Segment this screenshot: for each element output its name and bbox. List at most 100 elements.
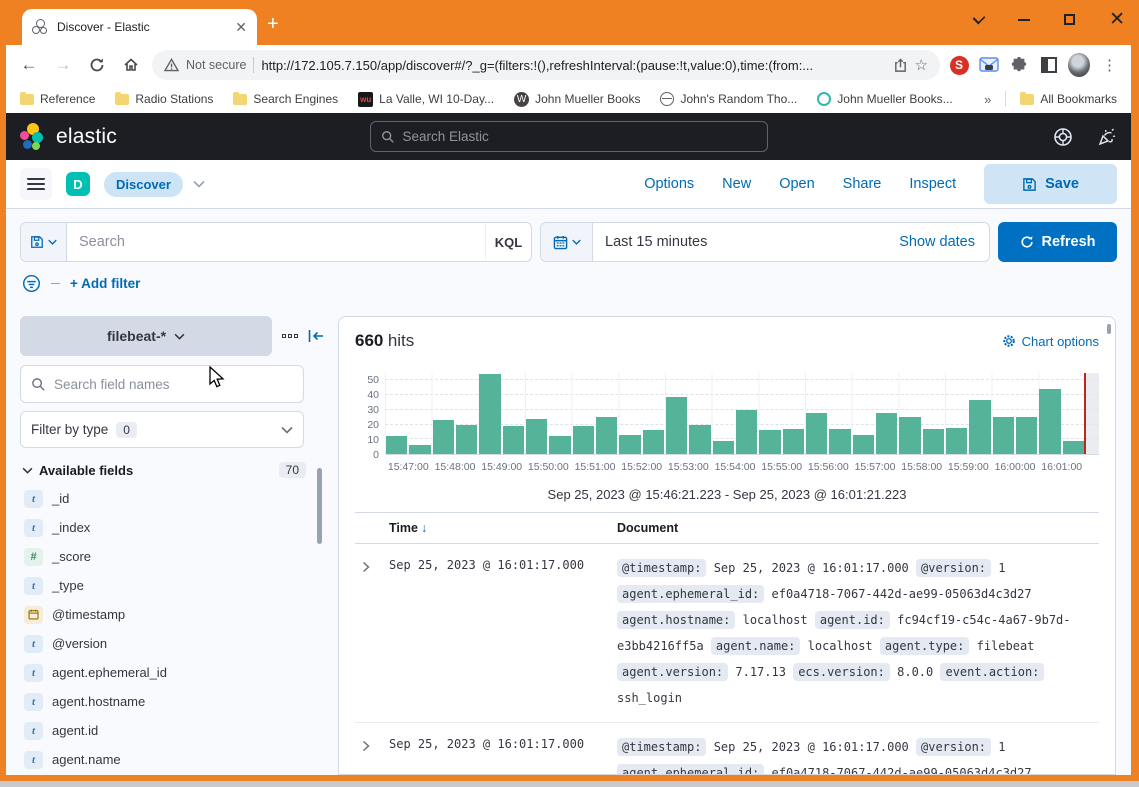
- mail-extension-icon[interactable]: [978, 54, 1000, 76]
- window-maximize-button[interactable]: [1064, 14, 1075, 25]
- histogram-bar[interactable]: [783, 429, 804, 454]
- bookmark-item[interactable]: Search Engines: [233, 92, 338, 107]
- histogram-bar[interactable]: [969, 400, 990, 454]
- query-search-input[interactable]: Search: [67, 223, 485, 261]
- field-search-input[interactable]: Search field names: [20, 365, 304, 403]
- bookmark-item[interactable]: Reference: [20, 92, 95, 107]
- back-button[interactable]: ←: [16, 55, 42, 75]
- field-list-item[interactable]: tagent.ephemeral_id: [20, 658, 328, 687]
- histogram-bar[interactable]: [946, 428, 967, 455]
- field-settings-icon[interactable]: [280, 330, 300, 342]
- field-list-item[interactable]: #_score: [20, 542, 328, 571]
- browser-tab[interactable]: Discover - Elastic ✕: [22, 9, 257, 45]
- tab-close-icon[interactable]: ✕: [235, 20, 247, 34]
- space-badge[interactable]: D: [66, 172, 90, 196]
- histogram-bar[interactable]: [666, 397, 687, 454]
- chart-plot-area[interactable]: [385, 373, 1099, 455]
- all-bookmarks-button[interactable]: All Bookmarks: [1020, 92, 1117, 106]
- red-s-extension-icon[interactable]: S: [948, 54, 970, 76]
- histogram-bar[interactable]: [596, 417, 617, 454]
- field-list-item[interactable]: t_index: [20, 513, 328, 542]
- breadcrumb[interactable]: Discover: [104, 172, 183, 197]
- histogram-bar[interactable]: [993, 417, 1014, 454]
- save-button[interactable]: Save: [984, 164, 1117, 204]
- field-list-item[interactable]: t@version: [20, 629, 328, 658]
- elastic-logo-icon[interactable]: [20, 123, 47, 150]
- window-minimize-button[interactable]: [1018, 19, 1030, 21]
- expand-row-button[interactable]: [355, 734, 389, 775]
- document-column-header[interactable]: Document: [617, 521, 1099, 535]
- bookmarks-overflow-icon[interactable]: »: [984, 92, 991, 107]
- bookmark-item[interactable]: John's Random Tho...: [660, 92, 797, 107]
- filter-icon[interactable]: [22, 274, 41, 293]
- histogram-bar[interactable]: [433, 420, 454, 454]
- histogram-bar[interactable]: [643, 430, 664, 454]
- inspect-button[interactable]: Inspect: [909, 176, 956, 192]
- time-column-header[interactable]: Time↓: [389, 521, 617, 535]
- security-label[interactable]: Not secure: [186, 58, 246, 72]
- histogram-bar[interactable]: [1016, 417, 1037, 454]
- field-list-item[interactable]: tagent.name: [20, 745, 328, 774]
- reload-button[interactable]: [84, 55, 110, 75]
- histogram-bar[interactable]: [806, 413, 827, 454]
- window-close-button[interactable]: ✕: [1109, 10, 1125, 29]
- histogram-bar[interactable]: [1039, 389, 1060, 454]
- date-picker-menu-button[interactable]: [541, 223, 593, 261]
- histogram-bar[interactable]: [853, 435, 874, 454]
- url-text[interactable]: http://172.105.7.150/app/discover#/?_g=(…: [261, 58, 885, 73]
- help-icon[interactable]: [1053, 127, 1073, 147]
- puzzle-extensions-icon[interactable]: [1008, 54, 1030, 76]
- histogram-bar[interactable]: [899, 417, 920, 454]
- window-chevron-icon[interactable]: [973, 11, 986, 24]
- bookmark-star-icon[interactable]: ☆: [915, 56, 928, 74]
- add-filter-button[interactable]: + Add filter: [70, 276, 140, 291]
- expand-row-button[interactable]: [355, 555, 389, 711]
- address-bar[interactable]: Not secure http://172.105.7.150/app/disc…: [152, 50, 940, 80]
- field-list-item[interactable]: t_id: [20, 484, 328, 513]
- histogram-bar[interactable]: [526, 419, 547, 454]
- field-list-item[interactable]: tagent.id: [20, 716, 328, 745]
- home-button[interactable]: [118, 55, 144, 75]
- new-tab-button[interactable]: +: [267, 14, 279, 34]
- available-fields-header[interactable]: Available fields 70: [22, 462, 328, 478]
- histogram-bar[interactable]: [689, 425, 710, 454]
- split-screen-icon[interactable]: [1038, 54, 1060, 76]
- global-search-input[interactable]: Search Elastic: [370, 121, 768, 152]
- index-pattern-select[interactable]: filebeat-*: [20, 316, 272, 356]
- histogram-bar[interactable]: [876, 413, 897, 454]
- new-button[interactable]: New: [722, 176, 751, 192]
- query-language-button[interactable]: KQL: [485, 223, 531, 261]
- bookmark-item[interactable]: WJohn Mueller Books: [514, 92, 640, 107]
- share-icon[interactable]: [893, 58, 908, 73]
- open-button[interactable]: Open: [779, 176, 814, 192]
- show-dates-button[interactable]: Show dates: [885, 223, 989, 261]
- filter-by-type-select[interactable]: Filter by type 0: [20, 411, 304, 448]
- histogram-bar[interactable]: [829, 429, 850, 454]
- share-button[interactable]: Share: [843, 176, 882, 192]
- menu-kebab-icon[interactable]: ⋮: [1098, 56, 1121, 74]
- field-list-item[interactable]: @timestamp: [20, 600, 328, 629]
- field-list-item[interactable]: tagent.hostname: [20, 687, 328, 716]
- histogram-bar[interactable]: [923, 429, 944, 454]
- histogram-bar[interactable]: [713, 441, 734, 454]
- histogram-bar[interactable]: [573, 426, 594, 454]
- sidebar-scrollbar[interactable]: [317, 468, 322, 544]
- histogram-bar[interactable]: [409, 445, 430, 454]
- news-icon[interactable]: [1097, 127, 1117, 147]
- histogram-bar[interactable]: [736, 410, 757, 454]
- chart-options-button[interactable]: Chart options: [1002, 334, 1099, 349]
- refresh-button[interactable]: Refresh: [998, 222, 1117, 262]
- field-list-item[interactable]: t_type: [20, 571, 328, 600]
- histogram-bar[interactable]: [479, 374, 500, 454]
- histogram-bar[interactable]: [503, 426, 524, 454]
- histogram-bar[interactable]: [386, 436, 407, 454]
- chevron-down-icon[interactable]: [193, 180, 205, 188]
- collapse-sidebar-icon[interactable]: [308, 329, 324, 343]
- histogram-bar[interactable]: [1063, 441, 1084, 454]
- saved-query-menu-button[interactable]: [21, 223, 67, 261]
- table-scrollbar[interactable]: [1107, 324, 1111, 334]
- bookmark-item[interactable]: wuLa Valle, WI 10-Day...: [358, 92, 494, 107]
- bookmark-item[interactable]: John Mueller Books...: [817, 92, 952, 107]
- profile-avatar[interactable]: [1068, 54, 1090, 76]
- histogram-bar[interactable]: [456, 425, 477, 454]
